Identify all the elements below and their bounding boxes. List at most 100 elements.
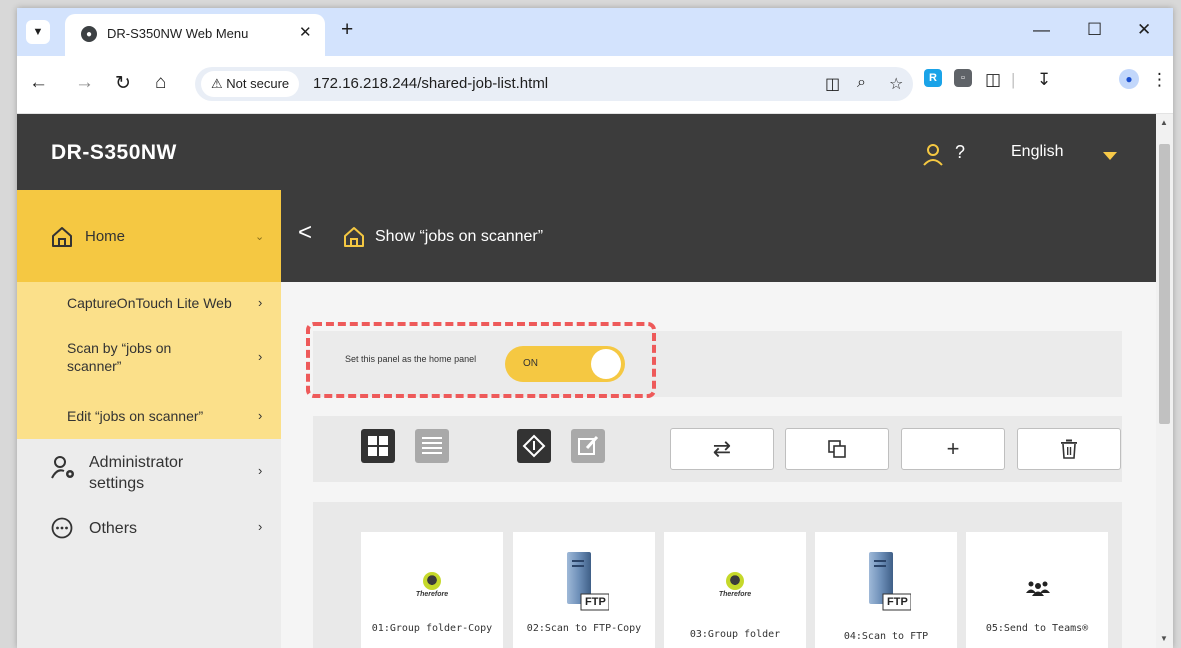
scroll-up-icon[interactable]: ▲	[1160, 118, 1168, 127]
new-tab-button[interactable]: +	[341, 18, 353, 42]
not-secure-chip[interactable]: ⚠ Not secure	[201, 71, 300, 97]
sidebar-item-scan-by-jobs[interactable]: Scan by “jobs on scanner” ›	[17, 323, 281, 392]
tab-strip: ▼ ● DR-S350NW Web Menu ✕ + — ☐ ✕	[17, 8, 1173, 56]
page-title: Show “jobs on scanner”	[375, 228, 544, 245]
therefore-icon: Therefore	[408, 572, 456, 598]
forward-arrow-icon[interactable]: →	[75, 72, 94, 94]
job-card[interactable]: Therefore 03:Group folder	[664, 532, 806, 648]
run-mode-button[interactable]	[517, 429, 551, 463]
back-button[interactable]: <	[298, 219, 312, 247]
plus-icon: +	[946, 436, 960, 461]
address-bar[interactable]: ⚠ Not secure 172.16.218.244/shared-job-l…	[195, 67, 913, 101]
browser-window: ▼ ● DR-S350NW Web Menu ✕ + — ☐ ✕ ← → ↻ ⌂…	[17, 8, 1173, 648]
tab-close-icon[interactable]: ✕	[299, 23, 312, 41]
url-text[interactable]: 172.16.218.244/shared-job-list.html	[313, 75, 548, 92]
therefore-logo-text: Therefore	[718, 591, 752, 598]
translate-icon[interactable]: ◫	[825, 74, 840, 94]
job-action-bar: ⇄ +	[313, 416, 1122, 482]
language-caret-icon[interactable]	[1103, 152, 1117, 160]
sidebar-item-label: CaptureOnTouch Lite Web	[67, 295, 232, 311]
chevron-right-icon: ›	[258, 349, 263, 364]
job-card[interactable]: FTP 04:Scan to FTP	[815, 532, 957, 648]
sidebar-item-administrator-settings[interactable]: Administrator settings ›	[17, 439, 281, 501]
maximize-button[interactable]: ☐	[1087, 20, 1102, 40]
job-name: 03:Group folder	[689, 629, 781, 640]
download-icon[interactable]: ↧	[1037, 70, 1051, 90]
add-button[interactable]: +	[901, 428, 1005, 470]
swap-arrows-icon: ⇄	[712, 436, 732, 461]
minimize-button[interactable]: —	[1033, 20, 1050, 40]
browser-tab[interactable]: ● DR-S350NW Web Menu ✕	[65, 14, 325, 56]
copy-button[interactable]	[785, 428, 889, 470]
sidebar-item-home[interactable]: Home ⌄	[17, 190, 281, 282]
scrollbar-thumb[interactable]	[1159, 144, 1170, 424]
product-name: DR-S350NW	[51, 141, 177, 164]
therefore-logo-text: Therefore	[415, 591, 449, 598]
grid-view-icon	[368, 436, 388, 456]
home-icon	[344, 227, 364, 247]
app-header: DR-S350NW ? English	[17, 114, 1156, 190]
grid-view-button[interactable]	[361, 429, 395, 463]
admin-settings-icon	[51, 456, 74, 479]
globe-icon: ●	[81, 26, 97, 42]
sidebar-item-label: Scan by “jobs on scanner”	[67, 340, 172, 374]
chevron-right-icon: ›	[258, 519, 263, 534]
reload-icon[interactable]: ↻	[115, 72, 131, 95]
sidebar-item-label: Administrator settings	[89, 454, 184, 492]
reorder-button[interactable]: ⇄	[670, 428, 774, 470]
web-page: DR-S350NW ? English Home ⌄ CaptureOnTouc…	[17, 114, 1156, 648]
list-view-icon	[422, 437, 442, 454]
team-icon	[1026, 581, 1050, 596]
extensions-puzzle-icon[interactable]: ◫	[985, 70, 1001, 90]
language-select[interactable]: English	[1011, 143, 1063, 161]
start-diamond-icon	[522, 434, 546, 458]
extension-r-icon[interactable]: R	[924, 69, 942, 87]
chevron-right-icon: ›	[258, 408, 263, 423]
more-icon	[51, 517, 73, 539]
edit-mode-button[interactable]	[571, 429, 605, 463]
highlight-dashed-box	[306, 322, 656, 398]
job-name: 01:Group folder-Copy	[371, 623, 493, 634]
sidebar-item-label: Home	[85, 228, 126, 245]
zoom-icon[interactable]: ⌕	[857, 74, 866, 92]
home-browser-icon[interactable]: ⌂	[155, 72, 166, 94]
tab-search-chevron-icon[interactable]: ▼	[26, 20, 50, 44]
extension-chat-icon[interactable]: ▫	[954, 69, 972, 87]
browser-toolbar: ← → ↻ ⌂ ⚠ Not secure 172.16.218.244/shar…	[17, 56, 1173, 114]
content-header: < Show “jobs on scanner”	[281, 190, 1156, 282]
toolbar-divider: |	[1011, 70, 1016, 89]
back-arrow-icon[interactable]: ←	[29, 72, 48, 94]
job-card[interactable]: 05:Send to Teams®	[966, 532, 1108, 648]
list-view-button[interactable]	[415, 429, 449, 463]
sidebar-item-edit-jobs[interactable]: Edit “jobs on scanner” ›	[17, 392, 281, 439]
job-name: 04:Scan to FTP	[843, 631, 929, 642]
chevron-right-icon: ›	[258, 295, 263, 310]
edit-icon	[578, 435, 599, 455]
profile-avatar-icon[interactable]: ●	[1119, 69, 1139, 89]
delete-button[interactable]	[1017, 428, 1121, 470]
job-name: 05:Send to Teams®	[985, 623, 1089, 634]
scroll-down-icon[interactable]: ▼	[1160, 634, 1168, 643]
sidebar-item-label: Others	[89, 520, 138, 537]
bookmark-star-icon[interactable]: ☆	[889, 74, 903, 94]
page-scrollbar[interactable]: ▲ ▼	[1156, 114, 1173, 648]
sidebar-item-label: Edit “jobs on scanner”	[67, 408, 204, 424]
home-icon	[52, 227, 72, 247]
ftp-label: FTP	[887, 596, 908, 608]
job-grid: Therefore 01:Group folder-Copy FTP 02:Sc…	[313, 502, 1122, 648]
chevron-right-icon: ›	[258, 463, 263, 478]
job-card[interactable]: FTP 02:Scan to FTP-Copy	[513, 532, 655, 648]
chevron-down-icon: ⌄	[255, 231, 265, 243]
job-name: 02:Scan to FTP-Copy	[526, 623, 642, 634]
close-window-button[interactable]: ✕	[1137, 20, 1151, 40]
tab-title: DR-S350NW Web Menu	[107, 26, 249, 41]
sidebar-item-captureontouch[interactable]: CaptureOnTouch Lite Web ›	[17, 282, 281, 323]
help-icon[interactable]: ?	[955, 142, 965, 163]
user-icon[interactable]	[923, 144, 943, 166]
browser-menu-icon[interactable]: ⋮	[1151, 70, 1168, 90]
job-card[interactable]: Therefore 01:Group folder-Copy	[361, 532, 503, 648]
therefore-icon: Therefore	[711, 572, 759, 598]
trash-icon	[1061, 439, 1077, 459]
sidebar-item-others[interactable]: Others ›	[17, 513, 281, 553]
ftp-label: FTP	[585, 596, 606, 608]
